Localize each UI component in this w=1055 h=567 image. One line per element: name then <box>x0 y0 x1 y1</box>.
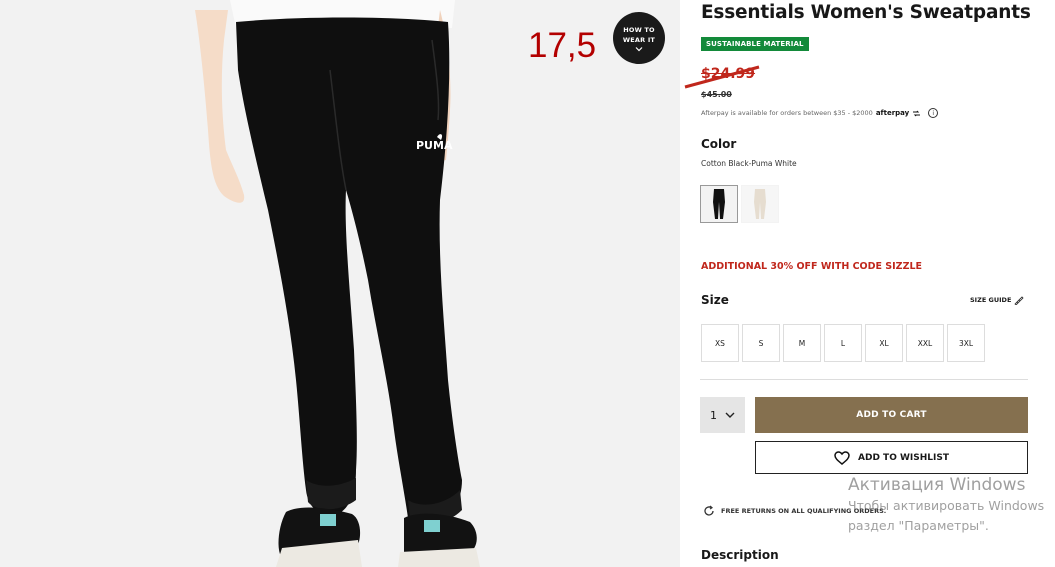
windows-line1: Активация Windows <box>848 475 1026 495</box>
windows-line2: Чтобы активировать Windows <box>848 498 1045 513</box>
how-to-wear-button[interactable]: HOW TO WEAR IT <box>613 12 665 64</box>
swatch-black-image <box>701 186 737 222</box>
size-guide-label: SIZE GUIDE <box>970 296 1012 304</box>
promo-text: ADDITIONAL 30% OFF WITH CODE SIZZLE <box>701 261 923 272</box>
size-xxl[interactable]: XXL <box>906 324 944 362</box>
sustainable-badge: SUSTAINABLE MATERIAL <box>701 37 809 51</box>
size-l[interactable]: L <box>824 324 862 362</box>
puma-logo-text: PUMA <box>416 139 453 152</box>
product-photo: PUMA <box>0 0 680 567</box>
size-3xl[interactable]: 3XL <box>947 324 985 362</box>
swatch-white-image <box>742 186 778 222</box>
divider <box>700 379 1028 380</box>
how-to-wear-line2: WEAR IT <box>622 35 656 44</box>
original-price: $45.00 <box>701 90 732 99</box>
swatch-white[interactable] <box>741 185 779 223</box>
how-to-wear-line1: HOW TO <box>623 25 655 34</box>
windows-activation-watermark: Активация Windows Чтобы активировать Win… <box>848 474 1044 536</box>
chevron-down-icon <box>725 412 735 418</box>
chevron-down-icon <box>635 46 643 51</box>
size-heading: Size <box>701 293 729 307</box>
afterpay-text: Afterpay is available for orders between… <box>701 109 873 117</box>
quantity-value: 1 <box>710 408 717 422</box>
add-to-wishlist-button[interactable]: ADD TO WISHLIST <box>755 441 1028 474</box>
afterpay-logo: afterpay <box>875 109 910 117</box>
description-heading[interactable]: Description <box>701 548 779 562</box>
product-gallery[interactable]: PUMA 17,5 HOW TO WEAR IT <box>0 0 680 567</box>
return-arrow-icon <box>704 505 714 516</box>
size-xs[interactable]: XS <box>701 324 739 362</box>
size-s[interactable]: S <box>742 324 780 362</box>
afterpay-info: Afterpay is available for orders between… <box>701 108 939 118</box>
color-heading: Color <box>701 137 737 151</box>
swatch-black[interactable] <box>700 185 738 223</box>
strike-annotation <box>684 65 760 89</box>
heart-icon <box>834 450 850 465</box>
color-value: Cotton Black-Puma White <box>701 159 797 168</box>
wishlist-label: ADD TO WISHLIST <box>858 452 949 463</box>
info-icon[interactable]: i <box>928 108 939 118</box>
add-to-cart-button[interactable]: ADD TO CART <box>755 397 1028 433</box>
price-annotation: 17,5 <box>528 26 597 65</box>
product-title: Essentials Women's Sweatpants <box>701 2 1031 23</box>
quantity-select[interactable]: 1 <box>700 397 745 433</box>
size-xl[interactable]: XL <box>865 324 903 362</box>
size-guide-link[interactable]: SIZE GUIDE <box>970 295 1024 305</box>
size-m[interactable]: M <box>783 324 821 362</box>
size-options: XS S M L XL XXL 3XL <box>701 324 985 362</box>
ruler-icon <box>1014 296 1024 305</box>
afterpay-arrows-icon <box>913 110 921 116</box>
windows-line3: раздел "Параметры". <box>848 518 989 533</box>
